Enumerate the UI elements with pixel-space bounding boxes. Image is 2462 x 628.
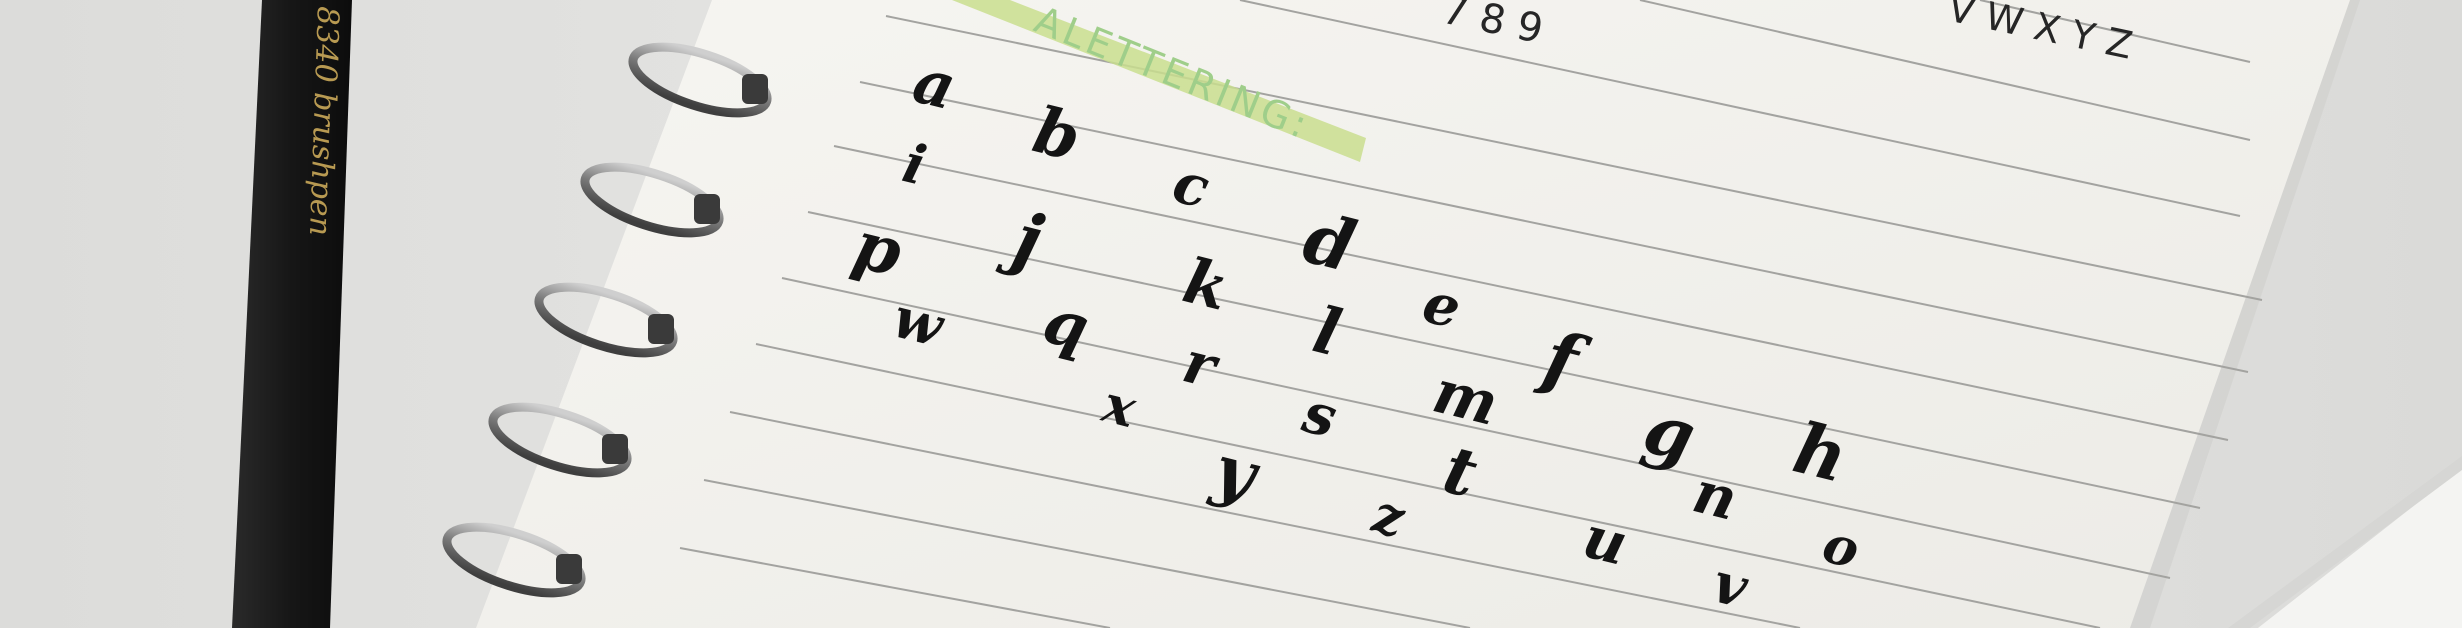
photo-scene: 8340 brushpen ALETTERING: 7 8 9 V W X Y … xyxy=(0,0,2462,628)
